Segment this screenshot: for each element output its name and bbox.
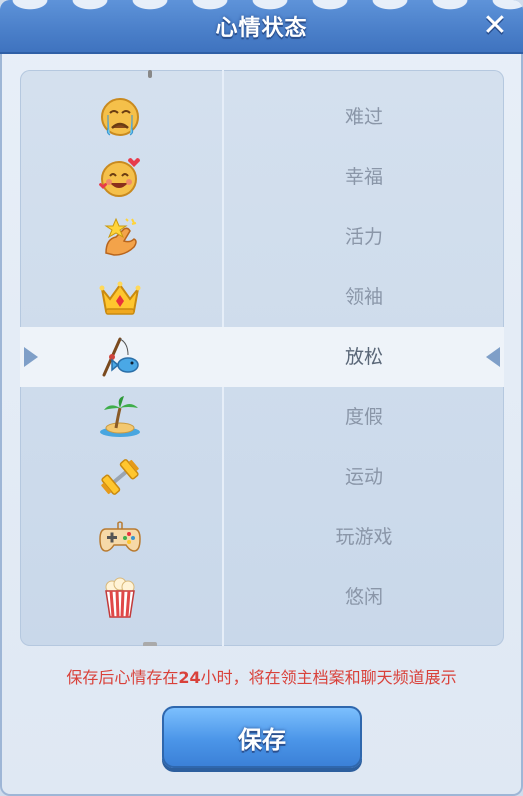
mood-label: 玩游戏 [335,526,393,548]
mood-item-energetic[interactable]: 活力 [20,207,504,267]
mood-label: 活力 [344,226,383,248]
mood-label: 难过 [344,106,383,128]
notice-hours: 24 [178,668,201,687]
dialog-title: 心情状态 [215,16,308,41]
mood-item-leisure[interactable]: 悠闲 [20,567,504,627]
close-icon[interactable]: ✕ [477,8,513,44]
gamepad-icon [99,521,141,552]
flexing-arm-star-icon [104,217,137,256]
fishing-rod-fish-icon [102,337,139,377]
mood-item-happy[interactable]: 幸福 [20,147,504,207]
crown-icon [99,281,141,315]
save-notice: 保存后心情存在24小时，将在领主档案和聊天频道展示 [0,664,523,688]
mood-item-vacation[interactable]: 度假 [20,387,504,447]
mood-label: 放松 [344,346,383,368]
snow-decoration [0,0,523,10]
mood-item-sad[interactable]: 难过 [20,87,504,147]
selection-arrow-right-icon [486,347,500,367]
mood-label: 悠闲 [344,586,383,608]
mood-item-relax-selected[interactable]: 放松 [20,327,504,387]
crying-face-icon [101,98,139,136]
mood-label: 度假 [344,406,383,428]
mood-item-gaming[interactable]: 玩游戏 [20,507,504,567]
partial-icon-top [148,70,152,78]
notice-suffix: 小时，将在领主档案和聊天频道展示 [200,668,457,687]
mood-item-leader[interactable]: 领袖 [20,267,504,327]
popcorn-icon [105,577,135,618]
smiling-hearts-face-icon [99,158,140,197]
title-bar: 心情状态 ✕ [0,0,523,54]
mood-label: 运动 [344,466,383,488]
palm-tree-island-icon [100,396,140,437]
selection-arrow-left-icon [24,347,38,367]
dumbbell-icon [101,459,139,495]
save-button[interactable]: 保存 [162,706,362,768]
notice-prefix: 保存后心情存在 [66,668,179,687]
mood-status-dialog: 心情状态 ✕ 难过 幸福 活力 领袖 放松 度假 运动 玩游戏 悠闲 保存后心情… [0,0,523,796]
save-button-label: 保存 [238,726,286,754]
mood-list[interactable]: 难过 幸福 活力 领袖 放松 度假 运动 玩游戏 悠闲 [20,70,504,646]
mood-item-sports[interactable]: 运动 [20,447,504,507]
partial-icon-bottom [143,642,157,646]
mood-label: 领袖 [344,286,383,308]
mood-label: 幸福 [344,166,383,188]
